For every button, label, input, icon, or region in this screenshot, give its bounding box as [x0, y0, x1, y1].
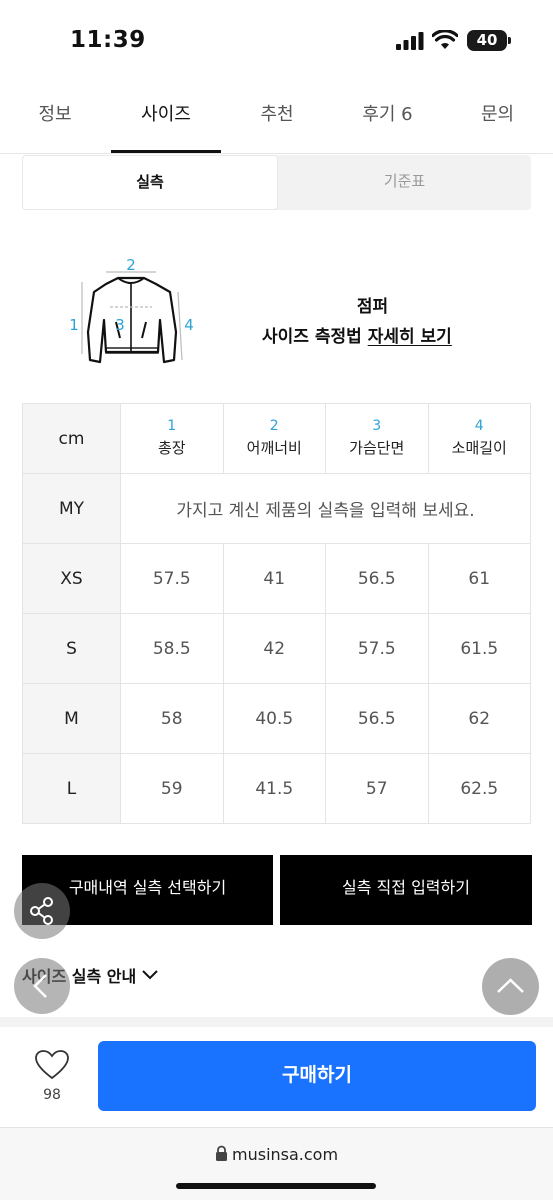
battery-icon: 40: [467, 30, 507, 51]
column-name: 총장: [157, 438, 186, 457]
tab-info[interactable]: 정보: [10, 88, 100, 154]
segment-size-chart[interactable]: 기준표: [278, 155, 531, 210]
table-cell: 57.5: [120, 543, 224, 614]
tab-size[interactable]: 사이즈: [111, 88, 221, 154]
measure-guide-text: 사이즈 측정법: [262, 327, 368, 347]
measure-guide-line: 사이즈 측정법 자세히 보기: [262, 322, 492, 347]
table-cell: 42: [222, 613, 326, 684]
back-button[interactable]: [14, 958, 70, 1014]
direct-input-button[interactable]: 실측 직접 입력하기: [280, 855, 532, 925]
column-header: 2 어깨너비: [222, 403, 326, 474]
column-number: 4: [474, 417, 484, 434]
wifi-icon: [432, 30, 458, 49]
table-cell: 56.5: [325, 543, 429, 614]
size-table: cm 1 총장 2 어깨너비 3 가슴단면 4 소매길이 MY 가지고 계신 제품의 실…: [22, 403, 531, 824]
table-row: L 59 41.5 57 62.5: [22, 753, 531, 824]
lock-icon: [216, 1145, 227, 1161]
tab-recommend[interactable]: 추천: [232, 88, 322, 154]
diagram-label-1: 1: [69, 316, 79, 334]
status-time: 11:39: [70, 27, 146, 53]
table-row: S 58.5 42 57.5 61.5: [22, 613, 531, 684]
table-cell: 62.5: [427, 753, 531, 824]
table-header-row: cm 1 총장 2 어깨너비 3 가슴단면 4 소매길이: [22, 403, 531, 474]
measure-guide-link[interactable]: 자세히 보기: [368, 327, 452, 347]
diagram-label-4: 4: [184, 316, 194, 334]
my-size-prompt[interactable]: 가지고 계신 제품의 실측을 입력해 보세요.: [120, 473, 531, 544]
table-row: M 58 40.5 56.5 62: [22, 683, 531, 754]
column-header: 3 가슴단면: [325, 403, 429, 474]
table-cell: 41.5: [222, 753, 326, 824]
table-cell: 58.5: [120, 613, 224, 684]
column-number: 2: [269, 417, 279, 434]
unit-cell: cm: [22, 403, 121, 474]
heart-icon[interactable]: [34, 1049, 70, 1081]
diagram-label-2: 2: [126, 256, 136, 274]
product-tabs: 정보 사이즈 추천 후기 6 문의: [0, 88, 553, 154]
home-indicator: [176, 1183, 376, 1189]
battery-tip: [508, 37, 511, 44]
table-cell: 41: [222, 543, 326, 614]
like-count: 98: [43, 1087, 61, 1103]
jacket-diagram-icon: 2 1 3 4: [69, 256, 194, 364]
size-label: XS: [22, 543, 121, 614]
column-header: 4 소매길이: [427, 403, 531, 474]
size-label: S: [22, 613, 121, 684]
segment-actual-measure[interactable]: 실측: [22, 155, 278, 210]
url-text: musinsa.com: [232, 1145, 339, 1164]
tab-divider: [0, 153, 553, 154]
section-divider: [0, 1017, 553, 1027]
table-cell: 40.5: [222, 683, 326, 754]
table-cell: 61.5: [427, 613, 531, 684]
diagram-label-3: 3: [115, 316, 125, 334]
size-label: M: [22, 683, 121, 754]
share-button[interactable]: [14, 883, 70, 939]
tab-reviews[interactable]: 후기 6: [335, 88, 440, 154]
chevron-left-icon: [33, 974, 47, 998]
buy-button[interactable]: 구매하기: [98, 1041, 536, 1111]
cellular-signal-icon: [396, 32, 424, 50]
column-name: 어깨너비: [246, 438, 302, 457]
share-icon: [30, 897, 53, 925]
table-cell: 59: [120, 753, 224, 824]
my-label: MY: [22, 473, 121, 544]
size-label: L: [22, 753, 121, 824]
table-cell: 57.5: [325, 613, 429, 684]
column-name: 소매길이: [451, 438, 507, 457]
my-size-row[interactable]: MY 가지고 계신 제품의 실측을 입력해 보세요.: [22, 473, 531, 544]
chevron-up-icon: [497, 978, 524, 993]
column-name: 가슴단면: [349, 438, 405, 457]
status-bar: 11:39 40: [0, 0, 553, 80]
table-cell: 56.5: [325, 683, 429, 754]
chevron-down-icon: [142, 970, 158, 980]
table-row: XS 57.5 41 56.5 61: [22, 543, 531, 614]
table-cell: 58: [120, 683, 224, 754]
scroll-top-button[interactable]: [482, 958, 539, 1015]
size-view-toggle: 실측 기준표: [22, 155, 531, 210]
tab-inquiry[interactable]: 문의: [455, 88, 540, 154]
table-cell: 62: [427, 683, 531, 754]
column-number: 3: [372, 417, 382, 434]
table-cell: 61: [427, 543, 531, 614]
column-number: 1: [167, 417, 177, 434]
product-type: 점퍼: [356, 297, 389, 317]
table-cell: 57: [325, 753, 429, 824]
column-header: 1 총장: [120, 403, 224, 474]
